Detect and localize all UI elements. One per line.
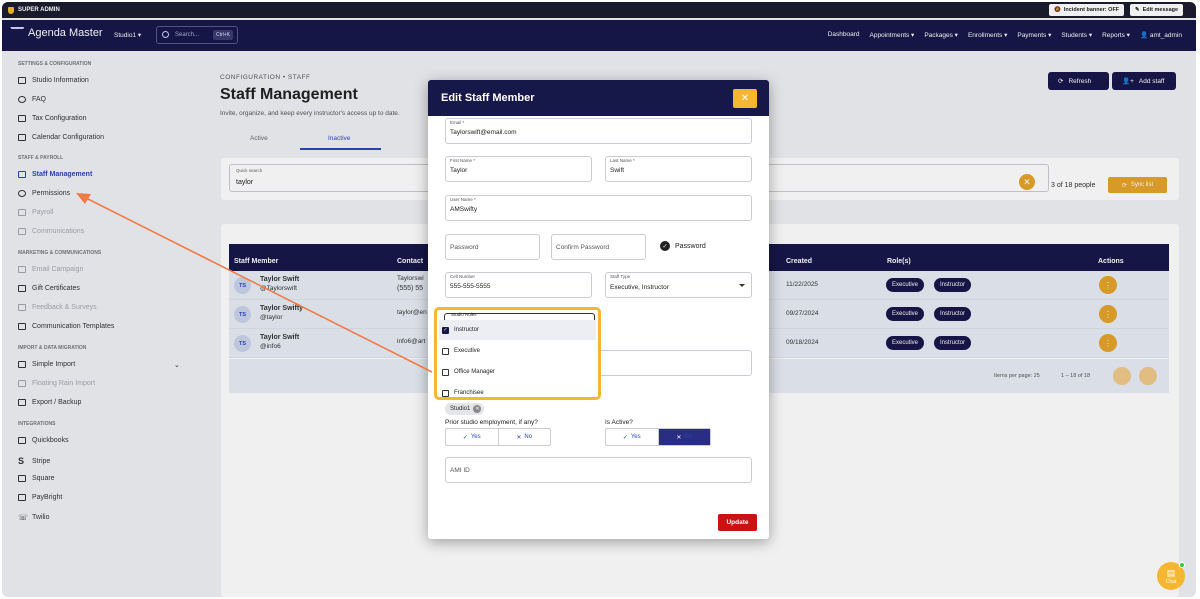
password-placeholder: Password (450, 244, 479, 251)
update-button[interactable]: Update (718, 514, 757, 531)
first-name-label: First Name * (450, 158, 476, 163)
studio-roles-label: Studio Roles (451, 312, 477, 317)
checkbox-icon (442, 368, 449, 376)
last-name-label: Last Name * (610, 158, 635, 163)
checkbox-checked-icon: ✓ (442, 326, 449, 334)
active-yes-button[interactable]: ✓ Yes (606, 429, 659, 445)
studio-chip-label: Studio1 (450, 406, 471, 412)
prior-employment-toggle: ✓ Yes ✕ No (445, 428, 551, 446)
password-field[interactable]: Password (445, 234, 540, 260)
user-name-field[interactable]: User Name * AMSwifty (445, 195, 752, 221)
studio-roles-dropdown: Studio Roles ✓ Instructor Executive Offic… (434, 307, 601, 400)
password-checkbox[interactable]: ✓ Password (660, 241, 706, 251)
checkbox-icon (442, 347, 449, 355)
modal-header: Edit Staff Member (428, 80, 769, 116)
studio-chip[interactable]: Studio1 ✕ (445, 403, 485, 415)
role-option-office-manager[interactable]: Office Manager (439, 362, 596, 382)
is-active-toggle: ✓ Yes ✕ No (605, 428, 711, 446)
chevron-down-icon (739, 284, 745, 287)
staff-type-select[interactable]: Staff Type Executive, Instructor (605, 272, 752, 298)
role-option-executive[interactable]: Executive (439, 341, 596, 361)
close-icon[interactable]: ✕ (733, 89, 757, 108)
first-name-field[interactable]: First Name * Taylor (445, 156, 592, 182)
chat-icon: ▤ (1166, 567, 1176, 578)
prior-no-button[interactable]: ✕ No (499, 429, 551, 445)
prior-yes-button[interactable]: ✓ Yes (446, 429, 499, 445)
modal-title: Edit Staff Member (441, 92, 535, 104)
user-name-value: AMSwifty (450, 206, 478, 213)
confirm-password-placeholder: Confirm Password (556, 244, 610, 251)
is-active-label: Is Active? (605, 419, 633, 426)
user-name-label: User Name * (450, 197, 476, 202)
ami-id-field[interactable]: AMI ID (445, 457, 752, 483)
active-no-button[interactable]: ✕ No (658, 429, 710, 445)
cell-value: 555-555-5555 (450, 283, 491, 290)
chat-label: Chat (1165, 578, 1177, 585)
check-circle-icon: ✓ (660, 241, 670, 251)
password-check-label: Password (675, 242, 706, 250)
confirm-password-field[interactable]: Confirm Password (551, 234, 646, 260)
role-option-instructor[interactable]: ✓ Instructor (439, 320, 596, 340)
cell-label: Cell Number (450, 274, 476, 279)
last-name-field[interactable]: Last Name * Swift (605, 156, 752, 182)
email-value: Taylorswift@email.com (450, 129, 517, 136)
email-label: Email * (450, 120, 465, 125)
last-name-value: Swift (610, 167, 625, 174)
chat-button[interactable]: ▤ Chat (1157, 562, 1185, 590)
prior-employment-label: Prior studio employment, if any? (445, 419, 538, 426)
staff-type-value: Executive, Instructor (610, 284, 669, 291)
email-field[interactable]: Email * Taylorswift@email.com (445, 118, 752, 144)
first-name-value: Taylor (450, 167, 468, 174)
checkbox-icon (442, 389, 449, 397)
close-icon[interactable]: ✕ (473, 405, 482, 413)
role-option-franchisee[interactable]: Franchisee (439, 383, 596, 403)
cell-number-field[interactable]: Cell Number 555-555-5555 (445, 272, 592, 298)
online-indicator (1179, 562, 1185, 568)
app-frame: SUPER ADMIN 🔕 Incident banner: OFF ✎ Edi… (2, 2, 1196, 597)
ami-id-placeholder: AMI ID (450, 467, 470, 474)
staff-type-label: Staff Type (610, 274, 631, 279)
hidden-field[interactable] (598, 350, 752, 376)
